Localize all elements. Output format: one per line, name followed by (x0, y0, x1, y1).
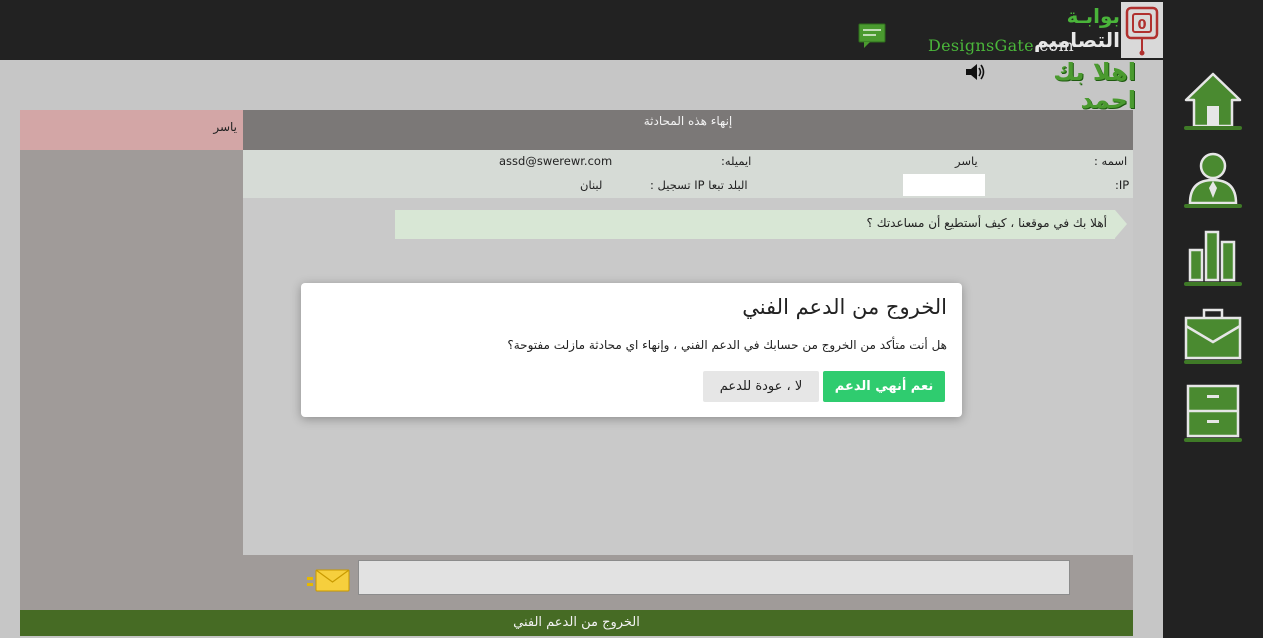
users-list-panel (20, 150, 243, 610)
stats-icon[interactable] (1182, 226, 1244, 288)
ip-label: IP: (1115, 178, 1130, 192)
cancel-button[interactable]: لا ، عودة للدعم (703, 371, 819, 402)
name-value: ياسر (955, 154, 978, 168)
logo-en-tld: .com (1033, 36, 1074, 55)
logo-icon[interactable]: 0 (1121, 2, 1163, 58)
chat-bubble-icon[interactable] (858, 23, 886, 49)
dialog-title: الخروج من الدعم الفني (742, 295, 947, 319)
svg-text:0: 0 (1137, 18, 1146, 33)
country-label: البلد تبعا IP تسجيل : (650, 178, 748, 192)
send-mail-icon[interactable] (306, 568, 350, 592)
chat-user-name: ياسر (213, 120, 237, 134)
logout-confirm-dialog: الخروج من الدعم الفني هل أنت متأكد من ال… (301, 283, 962, 417)
logo-en-brand: DesignsGate (928, 36, 1034, 55)
chat-message: أهلا بك في موقعنا ، كيف أستطيع أن مساعدت… (395, 210, 1127, 239)
right-sidebar (1163, 60, 1263, 638)
home-icon[interactable] (1182, 70, 1244, 132)
chat-user-item[interactable]: ياسر (20, 110, 243, 150)
briefcase-icon[interactable] (1182, 304, 1244, 366)
logo-english-text: DesignsGate.com (928, 36, 1074, 55)
archive-icon[interactable] (1182, 382, 1244, 444)
email-value: assd@swerewr.com (499, 154, 613, 168)
logout-support-label: الخروج من الدعم الفني (513, 615, 640, 630)
logout-support-button[interactable]: الخروج من الدعم الفني (20, 610, 1133, 636)
greeting-title: اهلا بك احمد (1053, 58, 1136, 114)
user-icon[interactable] (1182, 148, 1244, 210)
email-label: ايميله: (721, 154, 752, 168)
message-input[interactable] (358, 560, 1070, 595)
chat-message-text: أهلا بك في موقعنا ، كيف أستطيع أن مساعدت… (866, 216, 1107, 230)
confirm-logout-button[interactable]: نعم أنهي الدعم (823, 371, 945, 402)
country-value: لبنان (580, 178, 603, 192)
ip-value (903, 174, 985, 196)
end-chat-link[interactable]: إنهاء هذه المحادثة (644, 114, 733, 128)
name-label: اسمه : (1094, 154, 1128, 168)
speaker-icon[interactable] (965, 63, 987, 81)
chat-header: إنهاء هذه المحادثة (243, 110, 1133, 150)
logo-word-1: بوابـة (1066, 4, 1120, 28)
dialog-message: هل أنت متأكد من الخروج من حسابك في الدعم… (507, 338, 947, 352)
